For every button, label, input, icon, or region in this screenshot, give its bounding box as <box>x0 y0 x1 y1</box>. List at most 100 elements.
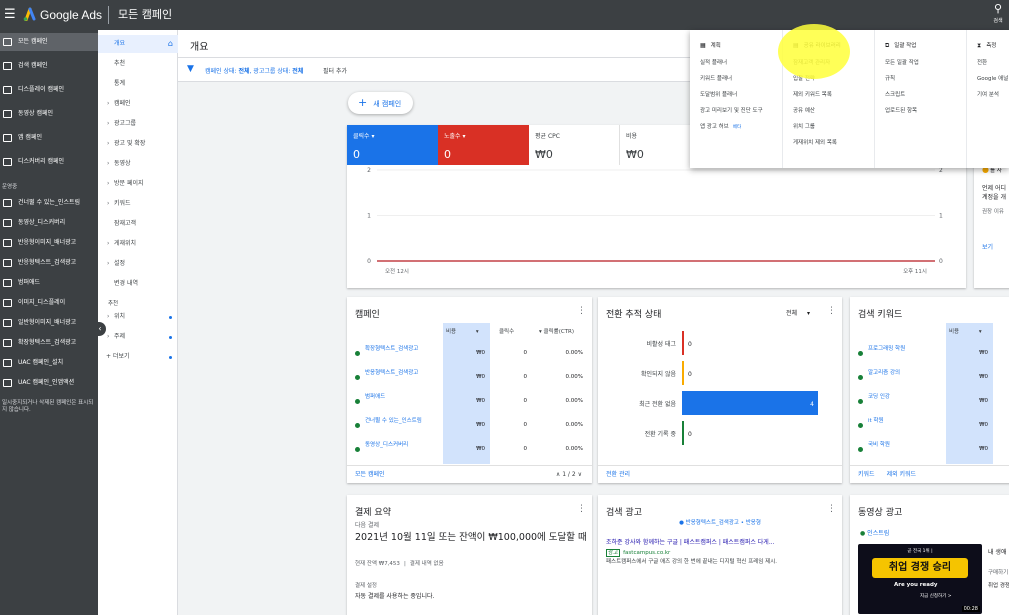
video-campaign-link[interactable]: ● 인스트림 <box>860 528 889 537</box>
keyword-link[interactable]: 프로그래밍 학원 <box>868 346 948 353</box>
tools-menu-item[interactable]: 규칙 <box>885 74 895 82</box>
subnav-item-0[interactable]: 개요 ⌂ <box>98 35 178 53</box>
metric-tile[interactable]: 평균 CPC ₩0 <box>529 125 620 165</box>
home-icon[interactable]: ⌂ <box>168 35 173 53</box>
campaign-item[interactable]: 확장형텍스트_검색광고 <box>0 334 98 352</box>
all-campaigns-link[interactable]: 모든 캠페인 <box>355 471 385 478</box>
nav-item-4[interactable]: 앱 캠페인 <box>0 129 98 147</box>
manage-conversions-link[interactable]: 전환 관리 <box>606 471 630 478</box>
keyword-link[interactable]: 알고리즘 강의 <box>868 370 948 377</box>
keyword-link[interactable]: 국비 학원 <box>868 442 948 449</box>
tools-menu-item[interactable]: 실적 플래너 <box>700 58 727 66</box>
campaign-name-link[interactable]: 범퍼애드 <box>365 394 445 401</box>
campaign-name-link[interactable]: 건너뛸 수 있는_인스트림 <box>365 418 445 425</box>
subnav-item-9[interactable]: 잠재고객 <box>98 215 178 233</box>
subnav-item-10[interactable]: 게재위치 <box>98 235 178 253</box>
tools-menu-item[interactable]: 업로드된 항목 <box>885 106 917 114</box>
subnav-item-12[interactable]: 변경 내역 <box>98 275 178 293</box>
subnav-extra-item[interactable]: 주제 <box>98 328 178 346</box>
table-row[interactable]: 프로그래밍 학원 ₩0 <box>850 342 1009 366</box>
table-row[interactable]: 알고리즘 강의 ₩0 <box>850 366 1009 390</box>
tools-menu-item[interactable]: 키워드 플래너 <box>700 74 732 82</box>
nav-item-1[interactable]: 검색 캠페인 <box>0 57 98 75</box>
tools-menu-item[interactable]: 공유 예산 <box>793 106 815 114</box>
tools-menu-item[interactable]: 광고 미리보기 및 진단 도구 <box>700 106 763 114</box>
new-campaign-button[interactable]: + 새 캠페인 <box>348 92 413 114</box>
column-header-ctr[interactable]: ▾ 클릭률(CTR) <box>539 327 574 335</box>
campaign-item[interactable]: 반응형텍스트_검색광고 <box>0 254 98 272</box>
video-thumbnail[interactable]: 곧 전국 1위 | 취업 경쟁 승리 Are you ready 지금 신청하기… <box>858 544 982 614</box>
subnav-item-7[interactable]: 방문 페이지 <box>98 175 178 193</box>
keyword-link[interactable]: it 학원 <box>868 418 948 425</box>
pager[interactable]: ∧ 1 / 2 ∨ <box>556 466 582 483</box>
active-filter[interactable]: 캠페인 상태: 전체, 광고그룹 상태: 전체 <box>205 66 303 75</box>
tools-menu-item[interactable]: 도달범위 플래너 <box>700 90 737 98</box>
campaign-item[interactable]: UAC 캠페인_인앱액션 <box>0 374 98 392</box>
table-row[interactable]: 코딩 인강 ₩0 <box>850 390 1009 414</box>
metric-tile[interactable]: 노출수 ▾ 0 <box>438 125 529 165</box>
tools-menu-item[interactable]: 기여 분석 <box>977 90 999 98</box>
campaign-name-link[interactable]: 반응형텍스트_검색광고 <box>365 370 445 377</box>
subnav-extra-item[interactable]: + 더보기 <box>98 348 178 366</box>
subnav-item-3[interactable]: 캠페인 <box>98 95 178 113</box>
view-link[interactable]: 보기 <box>982 242 993 251</box>
subnav-item-1[interactable]: 추천 <box>98 55 178 73</box>
tools-menu-item[interactable]: 앱 광고 허브 베타 <box>700 122 741 130</box>
tools-menu-item[interactable]: 위치 그룹 <box>793 122 815 130</box>
tools-menu-item[interactable]: Google 애널 <box>977 74 1008 82</box>
keyword-link[interactable]: 코딩 인강 <box>868 394 948 401</box>
ad-headline[interactable]: 조하준 강사와 함께하는 구글 | 패스트캠퍼스 | 패스트캠퍼스 다게... <box>606 537 836 546</box>
nav-item-0[interactable]: 모든 캠페인 <box>0 33 98 51</box>
tools-menu-item[interactable]: 모든 일괄 작업 <box>885 58 919 66</box>
tools-menu-item[interactable]: 제외 키워드 목록 <box>793 90 832 98</box>
metric-tile[interactable]: 클릭수 ▾ 0 <box>347 125 438 165</box>
column-header-cost[interactable]: 비용 ▾ <box>949 327 982 335</box>
campaign-item[interactable]: 건너뛸 수 있는_인스트림 <box>0 194 98 212</box>
table-row[interactable]: 국비 학원 ₩0 <box>850 438 1009 462</box>
column-header-cost[interactable]: 비용 ▾ <box>446 327 479 335</box>
keywords-link[interactable]: 키워드 <box>858 471 875 478</box>
table-row[interactable]: it 학원 ₩0 <box>850 414 1009 438</box>
campaign-item[interactable]: 범퍼애드 <box>0 274 98 292</box>
campaign-item[interactable]: 일반형이미지_배너광고 <box>0 314 98 332</box>
more-options-icon[interactable]: ⋮ <box>827 306 836 316</box>
campaign-name-link[interactable]: 확장형텍스트_검색광고 <box>365 346 445 353</box>
nav-item-2[interactable]: 디스플레이 캠페인 <box>0 81 98 99</box>
campaign-item[interactable]: 이미지_디스플레이 <box>0 294 98 312</box>
table-row[interactable]: 확장형텍스트_검색광고 ₩0 0 0.00% <box>347 342 592 366</box>
filter-icon[interactable]: ▼ <box>187 64 194 74</box>
search-icon[interactable]: ⚲ <box>990 3 1006 15</box>
campaign-item[interactable]: 동영상_디스커버리 <box>0 214 98 232</box>
tools-menu-item[interactable]: 게재위치 제외 목록 <box>793 138 837 146</box>
subnav-item-5[interactable]: 광고 및 확장 <box>98 135 178 153</box>
subnav-item-6[interactable]: 동영상 <box>98 155 178 173</box>
column-header-clicks[interactable]: 클릭수 <box>499 327 514 335</box>
add-filter-button[interactable]: 필터 추가 <box>323 66 347 75</box>
tools-menu-item[interactable]: 스크립트 <box>885 90 905 98</box>
subnav-item-2[interactable]: 통계 <box>98 75 178 93</box>
ad-source[interactable]: ● 반응형텍스트_검색광고 • 반응형 <box>598 518 842 526</box>
more-options-icon[interactable]: ⋮ <box>827 504 836 514</box>
menu-icon[interactable]: ☰ <box>4 6 16 24</box>
more-options-icon[interactable]: ⋮ <box>577 306 586 316</box>
calendar-icon: ▦ <box>700 42 706 49</box>
campaign-item[interactable]: 반응형이미지_배너광고 <box>0 234 98 252</box>
subnav-item-11[interactable]: 설정 <box>98 255 178 273</box>
status-dot <box>858 375 863 380</box>
nav-item-3[interactable]: 동영상 캠페인 <box>0 105 98 123</box>
subnav-item-4[interactable]: 광고그룹 <box>98 115 178 133</box>
table-row[interactable]: 건너뛸 수 있는_인스트림 ₩0 0 0.00% <box>347 414 592 438</box>
search-label[interactable]: 검색 <box>988 17 1008 24</box>
subnav-item-8[interactable]: 키워드 <box>98 195 178 213</box>
table-row[interactable]: 반응형텍스트_검색광고 ₩0 0 0.00% <box>347 366 592 390</box>
table-row[interactable]: 범퍼애드 ₩0 0 0.00% <box>347 390 592 414</box>
conversion-filter[interactable]: 전체 ▾ <box>786 308 810 317</box>
nav-item-5[interactable]: 디스커버리 캠페인 <box>0 153 98 171</box>
tools-menu-item[interactable]: 전환 <box>977 58 987 66</box>
negative-keywords-link[interactable]: 제외 키워드 <box>887 471 917 478</box>
campaign-item[interactable]: UAC 캠페인_설치 <box>0 354 98 372</box>
more-options-icon[interactable]: ⋮ <box>577 504 586 514</box>
table-row[interactable]: 동영상_디스커버리 ₩0 0 0.00% <box>347 438 592 462</box>
subnav-extra-item[interactable]: 위치 <box>98 308 178 326</box>
campaign-name-link[interactable]: 동영상_디스커버리 <box>365 442 445 449</box>
